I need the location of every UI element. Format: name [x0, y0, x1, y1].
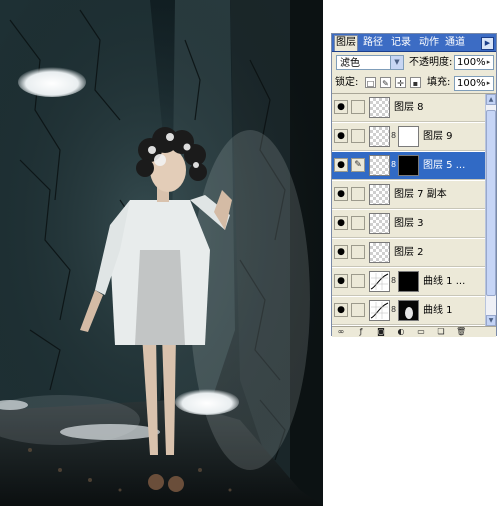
- fill-value: 100%: [457, 78, 486, 89]
- layer-name: 曲线 1: [423, 305, 453, 316]
- photo-canvas: [0, 0, 323, 506]
- layer-mask-thumbnail[interactable]: [398, 155, 419, 176]
- lock-transparent-icon[interactable]: □: [365, 77, 376, 88]
- layers-scrollbar[interactable]: ▲ ▼: [485, 94, 496, 326]
- triangle-right-icon[interactable]: ▸: [484, 77, 493, 90]
- eye-icon[interactable]: ●: [334, 274, 348, 288]
- blend-mode-value: 滤色: [340, 58, 360, 69]
- layer-name: 图层 9: [423, 131, 453, 142]
- lock-fill-row: 锁定: □ ✎ ✛ ▪ 填充: 100% ▸: [332, 74, 496, 94]
- tab-paths[interactable]: 路径: [362, 36, 384, 50]
- layer-mask-thumbnail[interactable]: [398, 271, 419, 292]
- layer-row[interactable]: ● 8 图层 9: [332, 123, 485, 151]
- lock-position-move-icon[interactable]: ✛: [395, 77, 406, 88]
- layer-row[interactable]: ● 图层 8: [332, 94, 485, 122]
- opacity-field[interactable]: 100% ▸: [454, 55, 494, 70]
- eye-icon[interactable]: ●: [334, 187, 348, 201]
- chain-link-icon: 8: [391, 276, 397, 285]
- layer-row[interactable]: ● 图层 2: [332, 239, 485, 267]
- layer-name: 曲线 1 ...: [423, 276, 466, 287]
- new-group-folder-icon[interactable]: ▭: [416, 327, 426, 337]
- layer-mask-thumbnail[interactable]: [398, 300, 419, 321]
- link-slot[interactable]: [351, 245, 365, 259]
- layer-row[interactable]: ● 8 曲线 1 ...: [332, 268, 485, 296]
- trash-icon[interactable]: 🗑: [456, 327, 466, 337]
- layer-name: 图层 5 ...: [423, 160, 466, 171]
- triangle-right-icon[interactable]: ▸: [484, 56, 493, 69]
- new-layer-icon[interactable]: ❏: [436, 327, 446, 337]
- cloud-floor-right: [175, 389, 239, 415]
- tab-actions[interactable]: 动作: [418, 36, 440, 50]
- layer-row[interactable]: ● 8 曲线 1: [332, 297, 485, 325]
- fill-label: 填充:: [427, 77, 451, 88]
- link-slot[interactable]: [351, 100, 365, 114]
- layer-row[interactable]: ● 图层 3: [332, 210, 485, 238]
- panel-bottom-toolbar: ∞ ƒ ◙ ◐ ▭ ❏ 🗑: [332, 326, 496, 337]
- add-mask-icon[interactable]: ◙: [376, 327, 386, 337]
- layer-thumbnail: [369, 213, 390, 234]
- brush-icon[interactable]: ✎: [351, 158, 365, 172]
- eye-icon[interactable]: ●: [334, 245, 348, 259]
- layer-thumbnail: [369, 184, 390, 205]
- layer-style-icon[interactable]: ƒ: [356, 327, 366, 337]
- link-slot[interactable]: [351, 187, 365, 201]
- panel-tab-bar: 图层 路径 记录 动作 通道 ▶: [332, 34, 496, 52]
- layer-mask-thumbnail[interactable]: [398, 126, 419, 147]
- opacity-value: 100%: [457, 57, 486, 68]
- eye-icon[interactable]: ●: [334, 303, 348, 317]
- lock-all-padlock-icon[interactable]: ▪: [410, 77, 421, 88]
- eye-icon[interactable]: ●: [334, 129, 348, 143]
- panel-menu-icon[interactable]: ▶: [481, 37, 494, 50]
- layer-thumbnail: [369, 97, 390, 118]
- chain-link-icon: 8: [391, 131, 397, 140]
- fill-field[interactable]: 100% ▸: [454, 76, 494, 91]
- adjustment-layer-icon[interactable]: ◐: [396, 327, 406, 337]
- link-slot[interactable]: [351, 274, 365, 288]
- eye-icon[interactable]: ●: [334, 158, 348, 172]
- link-slot[interactable]: [351, 216, 365, 230]
- layers-list: ● 图层 8 ● 8 图层 9 ● ✎ 8 图层 5 ... ● 图层 7 副本…: [332, 94, 485, 326]
- layer-name: 图层 7 副本: [394, 189, 447, 200]
- eye-icon[interactable]: ●: [334, 100, 348, 114]
- tab-channels[interactable]: 通道: [444, 36, 466, 50]
- chain-link-icon: 8: [391, 160, 397, 169]
- layer-thumbnail: [369, 126, 390, 147]
- cloud-top-left: [18, 67, 86, 97]
- tab-layers[interactable]: 图层: [334, 35, 358, 51]
- lock-label: 锁定:: [335, 77, 359, 88]
- scroll-down-icon[interactable]: ▼: [486, 315, 496, 326]
- layers-panel: 图层 路径 记录 动作 通道 ▶ 滤色 ▼ 不透明度: 100% ▸ 锁定: □…: [331, 33, 497, 337]
- scrollbar-thumb[interactable]: [486, 110, 496, 296]
- layer-row-selected[interactable]: ● ✎ 8 图层 5 ...: [332, 152, 485, 180]
- opacity-label: 不透明度:: [409, 57, 453, 68]
- tab-history[interactable]: 记录: [390, 36, 412, 50]
- curves-adjustment-icon: [369, 300, 390, 321]
- layer-thumbnail: [369, 242, 390, 263]
- lock-pixels-brush-icon[interactable]: ✎: [380, 77, 391, 88]
- layer-row[interactable]: ● 图层 7 副本: [332, 181, 485, 209]
- blend-opacity-row: 滤色 ▼ 不透明度: 100% ▸: [332, 52, 496, 74]
- link-slot[interactable]: [351, 129, 365, 143]
- chain-link-icon: 8: [391, 305, 397, 314]
- layer-thumbnail: [369, 155, 390, 176]
- photo-artwork: [0, 0, 323, 506]
- layer-name: 图层 2: [394, 247, 424, 258]
- blend-mode-select[interactable]: 滤色 ▼: [336, 55, 404, 70]
- scroll-up-icon[interactable]: ▲: [486, 94, 496, 105]
- link-layers-icon[interactable]: ∞: [336, 327, 346, 337]
- curves-adjustment-icon: [369, 271, 390, 292]
- chevron-down-icon: ▼: [390, 56, 403, 69]
- eye-icon[interactable]: ●: [334, 216, 348, 230]
- link-slot[interactable]: [351, 303, 365, 317]
- layer-name: 图层 8: [394, 102, 424, 113]
- layer-name: 图层 3: [394, 218, 424, 229]
